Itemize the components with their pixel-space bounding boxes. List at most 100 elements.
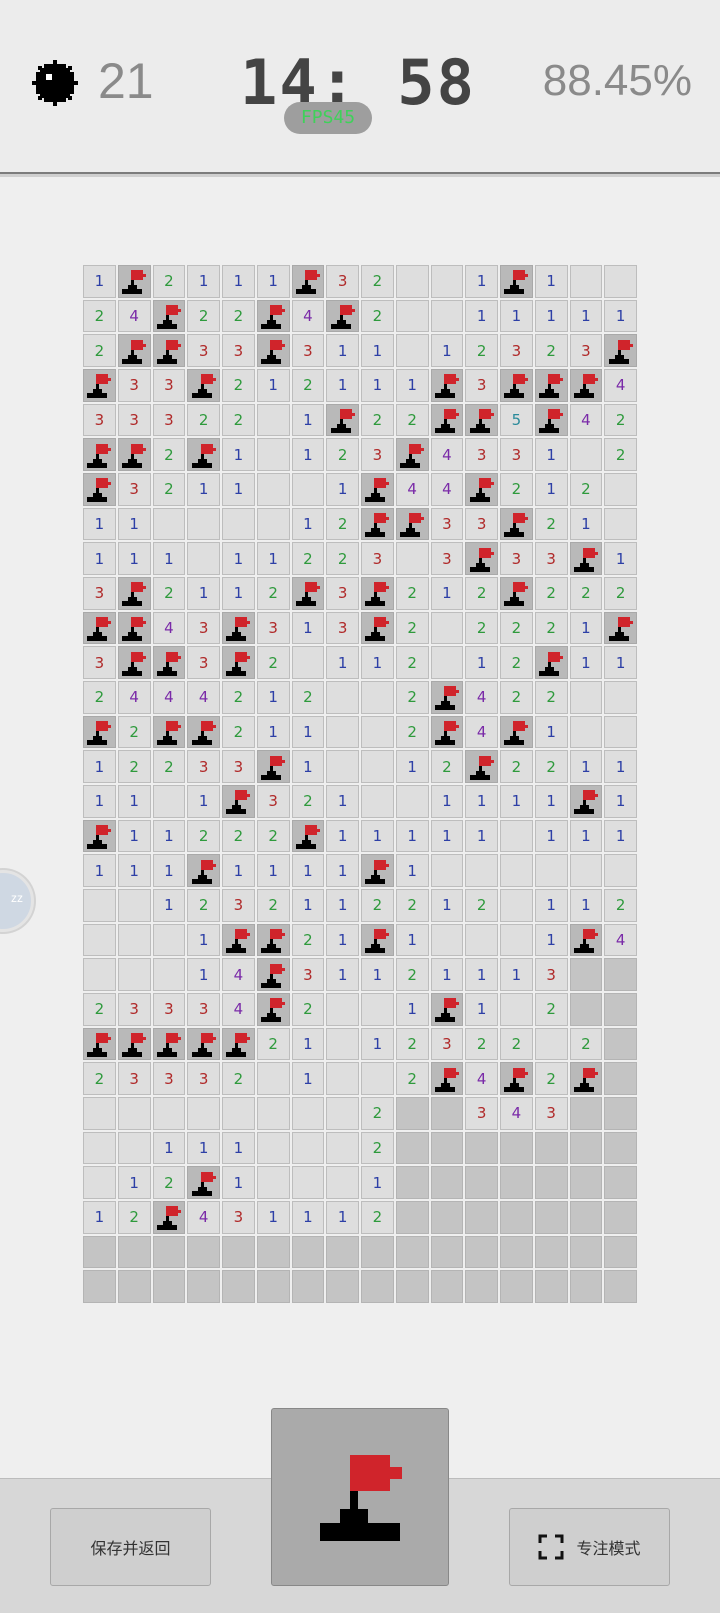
number-cell[interactable]: 1 (222, 1131, 255, 1165)
flagged-cell[interactable] (500, 715, 533, 749)
number-cell[interactable]: 1 (256, 715, 290, 749)
number-cell[interactable]: 1 (569, 819, 603, 853)
covered-cell[interactable] (604, 1062, 637, 1095)
empty-cell[interactable] (604, 854, 637, 887)
covered-cell[interactable] (500, 1166, 533, 1199)
covered-cell[interactable] (117, 1270, 151, 1303)
flagged-cell[interactable] (604, 611, 637, 645)
flagged-cell[interactable] (430, 369, 464, 402)
number-cell[interactable]: 4 (152, 681, 186, 714)
number-cell[interactable]: 3 (83, 403, 116, 437)
flagged-cell[interactable] (465, 542, 498, 575)
number-cell[interactable]: 1 (395, 923, 429, 957)
number-cell[interactable]: 1 (361, 819, 394, 853)
flagged-cell[interactable] (117, 646, 151, 679)
number-cell[interactable]: 3 (465, 1097, 498, 1130)
empty-cell[interactable] (361, 715, 394, 749)
empty-cell[interactable] (430, 611, 464, 645)
covered-cell[interactable] (569, 1097, 603, 1130)
number-cell[interactable]: 2 (256, 819, 290, 853)
number-cell[interactable]: 1 (361, 958, 394, 991)
flagged-cell[interactable] (152, 1027, 186, 1061)
number-cell[interactable]: 1 (395, 750, 429, 783)
number-cell[interactable]: 2 (291, 785, 325, 818)
number-cell[interactable]: 1 (326, 889, 359, 922)
covered-cell[interactable] (465, 1201, 498, 1234)
flag-mode-toggle[interactable] (271, 1408, 449, 1586)
flagged-cell[interactable] (117, 265, 151, 298)
flagged-cell[interactable] (83, 715, 116, 749)
empty-cell[interactable] (256, 1062, 290, 1095)
number-cell[interactable]: 1 (117, 507, 151, 541)
number-cell[interactable]: 1 (222, 577, 255, 610)
covered-cell[interactable] (222, 1270, 255, 1303)
number-cell[interactable]: 1 (326, 785, 359, 818)
covered-cell[interactable] (152, 1270, 186, 1303)
number-cell[interactable]: 3 (256, 785, 290, 818)
number-cell[interactable]: 2 (152, 577, 186, 610)
covered-cell[interactable] (569, 1131, 603, 1165)
number-cell[interactable]: 3 (534, 542, 568, 575)
number-cell[interactable]: 2 (83, 334, 116, 367)
number-cell[interactable]: 1 (222, 542, 255, 575)
empty-cell[interactable] (326, 681, 359, 714)
covered-cell[interactable] (291, 1235, 325, 1269)
number-cell[interactable]: 2 (604, 889, 637, 922)
flagged-cell[interactable] (83, 1027, 116, 1061)
number-cell[interactable]: 2 (500, 473, 533, 506)
number-cell[interactable]: 1 (187, 577, 220, 610)
number-cell[interactable]: 3 (152, 369, 186, 402)
empty-cell[interactable] (83, 1131, 116, 1165)
covered-cell[interactable] (222, 1235, 255, 1269)
covered-cell[interactable] (604, 958, 637, 991)
number-cell[interactable]: 1 (430, 958, 464, 991)
number-cell[interactable]: 3 (430, 1027, 464, 1061)
number-cell[interactable]: 2 (500, 750, 533, 783)
number-cell[interactable]: 2 (326, 507, 359, 541)
number-cell[interactable]: 4 (395, 473, 429, 506)
empty-cell[interactable] (291, 1166, 325, 1199)
number-cell[interactable]: 1 (569, 611, 603, 645)
empty-cell[interactable] (326, 993, 359, 1026)
number-cell[interactable]: 1 (326, 854, 359, 887)
number-cell[interactable]: 1 (187, 923, 220, 957)
number-cell[interactable]: 2 (395, 958, 429, 991)
flagged-cell[interactable] (187, 438, 220, 471)
flagged-cell[interactable] (256, 993, 290, 1026)
number-cell[interactable]: 3 (465, 369, 498, 402)
empty-cell[interactable] (326, 750, 359, 783)
number-cell[interactable]: 1 (152, 1131, 186, 1165)
flagged-cell[interactable] (256, 334, 290, 367)
number-cell[interactable]: 4 (465, 1062, 498, 1095)
covered-cell[interactable] (500, 1131, 533, 1165)
flagged-cell[interactable] (187, 854, 220, 887)
number-cell[interactable]: 1 (256, 369, 290, 402)
number-cell[interactable]: 1 (291, 403, 325, 437)
flagged-cell[interactable] (222, 646, 255, 679)
number-cell[interactable]: 4 (604, 369, 637, 402)
number-cell[interactable]: 1 (465, 958, 498, 991)
number-cell[interactable]: 2 (152, 750, 186, 783)
flagged-cell[interactable] (83, 369, 116, 402)
number-cell[interactable]: 2 (187, 819, 220, 853)
number-cell[interactable]: 3 (222, 889, 255, 922)
empty-cell[interactable] (187, 1097, 220, 1130)
flagged-cell[interactable] (500, 1062, 533, 1095)
number-cell[interactable]: 2 (152, 1166, 186, 1199)
number-cell[interactable]: 2 (291, 681, 325, 714)
number-cell[interactable]: 1 (291, 438, 325, 471)
number-cell[interactable]: 2 (222, 819, 255, 853)
flagged-cell[interactable] (534, 403, 568, 437)
flagged-cell[interactable] (291, 819, 325, 853)
flagged-cell[interactable] (222, 1027, 255, 1061)
flagged-cell[interactable] (187, 1027, 220, 1061)
number-cell[interactable]: 3 (291, 334, 325, 367)
covered-cell[interactable] (465, 1270, 498, 1303)
number-cell[interactable]: 1 (291, 889, 325, 922)
number-cell[interactable]: 2 (326, 438, 359, 471)
number-cell[interactable]: 1 (534, 819, 568, 853)
empty-cell[interactable] (326, 1062, 359, 1095)
number-cell[interactable]: 2 (222, 1062, 255, 1095)
number-cell[interactable]: 2 (395, 646, 429, 679)
number-cell[interactable]: 2 (395, 611, 429, 645)
